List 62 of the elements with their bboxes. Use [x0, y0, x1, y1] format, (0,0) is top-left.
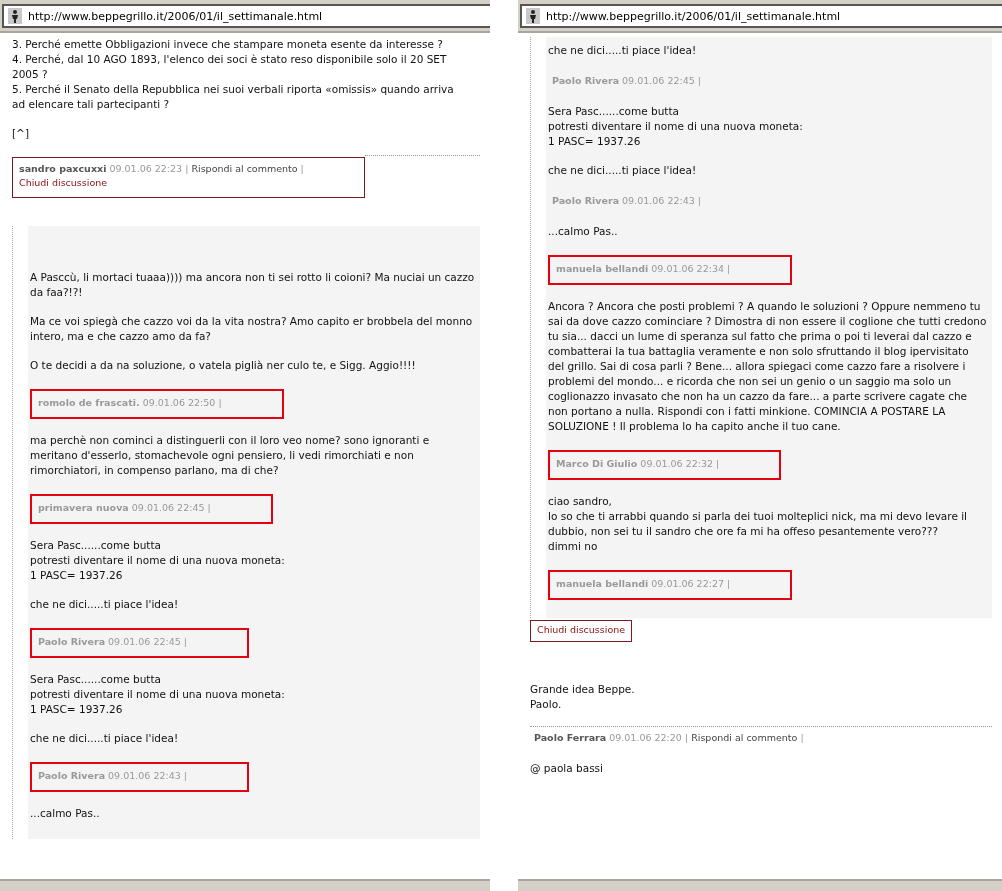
- separator: |: [697, 195, 701, 206]
- comment-time: 09.01.06 22:45: [108, 636, 181, 647]
- separator: |: [218, 397, 222, 408]
- author-name: manuela bellandi: [556, 263, 649, 274]
- comment-text: Ma ce voi spiegà che cazzo voi da la vita nostra? Amo capito er brobbela del monno intero, ma e che cazzo amo da fa?: [30, 314, 474, 344]
- author-name: Paolo Rivera: [552, 75, 620, 86]
- close-discussion-link[interactable]: Chiudi discussione: [530, 620, 633, 642]
- comment-time: 09.01.06 22:43: [108, 770, 181, 781]
- separator: |: [183, 636, 187, 647]
- comment-time: 09.01.06 22:45: [622, 75, 695, 86]
- comment-text: ma perchè non cominci a distinguerli con il loro veo nome? sono ignoranti e meritano d'esserlo, stomachevole ogni pensiero, li vedi rimorchiati e non rimorchiatori, in compenso parlano, ma di che?: [30, 433, 431, 478]
- comment-text: che ne dici.....ti piace l'idea!: [30, 597, 180, 612]
- separator: |: [800, 732, 804, 743]
- comment-text: che ne dici.....ti piace l'idea!: [30, 731, 180, 746]
- comment-time: 09.01.06 22:27: [651, 578, 724, 589]
- comment-text: O te decidi a da na soluzione, o vatela piglià ner culo te, e Sigg. Aggio!!!!: [30, 358, 417, 373]
- comment-text: che ne dici.....ti piace l'idea!: [548, 43, 698, 58]
- separator: |: [697, 75, 701, 86]
- author-name: sandro paxcuxxi: [19, 163, 107, 174]
- comment-text: 3. Perché emette Obbligazioni invece che stampare moneta esente da interesse ? 4. Perché, dal 10 AGO 1893, l'elenco dei soci è stato reso disponibile solo il 20 SET 2005 ? 5. Perché il Senato della Repubblica nei suoi verbali riporta «omissis» quando arriva ad elencare tali partecipanti ?: [12, 37, 455, 112]
- comment-text: ...calmo Pas..: [548, 224, 619, 239]
- author-name: Paolo Rivera: [552, 195, 620, 206]
- author-name: Paolo Rivera: [38, 770, 106, 781]
- comment-time: 09.01.06 22:34: [651, 263, 724, 274]
- comment-text: @ paola bassi: [530, 761, 604, 776]
- author-name: primavera nuova: [38, 502, 129, 513]
- author-name: romolo de frascati.: [38, 397, 140, 408]
- address-bar[interactable]: http://www.beppegrillo.it/2006/01/il_settimanale.html: [2, 4, 490, 28]
- author-name: manuela bellandi: [556, 578, 649, 589]
- page-icon: [8, 8, 22, 24]
- comment-time: 09.01.06 22:50: [142, 397, 216, 408]
- comment-text: A Pasccù, li mortaci tuaaa)))) ma ancora non ti sei rotto li coioni? Ma nuciai un cazzo da faa?!?!: [30, 270, 476, 300]
- separator: |: [727, 263, 731, 274]
- separator: |: [684, 732, 689, 743]
- comment-time: 09.01.06 22:20: [609, 732, 682, 743]
- comment-text: ...calmo Pas..: [30, 806, 101, 821]
- comment-time: 09.01.06 22:32: [640, 458, 714, 469]
- page-icon: [526, 8, 540, 24]
- comment-time: 09.01.06 22:45: [131, 502, 205, 513]
- comment-text: ciao sandro, lo so che ti arrabbi quando si parla dei tuoi molteplici nick, ma mi devo levare il dubbio, non sei tu il sandro che ore fa mi ha offeso pesantemente vero??? dimmi no: [548, 494, 968, 554]
- separator: |: [207, 502, 211, 513]
- separator: |: [300, 163, 304, 174]
- comment-text: Ancora ? Ancora che posti problemi ? A quando le soluzioni ? Oppure nemmeno tu sai da dove cazzo cominciare ? Dimostra di non essere il coglione che tutti credono tu sia... dacci un lume di speranza sul fatto che prima o poi ti leverai dal cazzo e combatterai la tua battaglia veramente e non solo sfruttando il blog ipervisitato del grillo. Sai di cosa parli ? Bene... allora spiegaci come cazzo fare a risolvere i problemi del mondo... e ricorda che non sei un genio o un saggio ma solo un coglionazzo invasato che non ha un cazzo da fare... a parte scrivere cagate che non portano a nulla. Rispondi con i fatti minkione. COMINCIA A POSTARE LA SOLUZIONE ! Il problema lo ha capito anche il tuo cane.: [548, 299, 988, 434]
- author-name: Paolo Rivera: [38, 636, 106, 647]
- reply-link[interactable]: Rispondi al commento: [691, 732, 798, 743]
- comment-time: 09.01.06 22:23: [109, 163, 183, 174]
- author-name: Paolo Ferrara: [534, 732, 607, 743]
- separator: |: [716, 458, 720, 469]
- comment-text: Grande idea Beppe. Paolo.: [530, 682, 636, 712]
- reply-link[interactable]: Rispondi al commento: [191, 163, 298, 174]
- separator: |: [185, 163, 189, 174]
- comment-text: Sera Pasc......come butta potresti diventare il nome di una nuova moneta: 1 PASC= 1937.26: [30, 538, 286, 583]
- author-name: Marco Di Giulio: [556, 458, 638, 469]
- separator: |: [183, 770, 187, 781]
- comment-text: [^]: [12, 126, 30, 141]
- comment-text: che ne dici.....ti piace l'idea!: [548, 163, 698, 178]
- close-discussion-link[interactable]: Chiudi discussione: [19, 177, 108, 188]
- comment-text: Sera Pasc......come butta potresti diventare il nome di una nuova moneta: 1 PASC= 1937.26: [30, 672, 286, 717]
- address-bar[interactable]: http://www.beppegrillo.it/2006/01/il_settimanale.html: [520, 4, 1002, 28]
- comment-text: Sera Pasc......come butta potresti diventare il nome di una nuova moneta: 1 PASC= 1937.26: [548, 104, 804, 149]
- separator: |: [727, 578, 731, 589]
- comment-time: 09.01.06 22:43: [622, 195, 695, 206]
